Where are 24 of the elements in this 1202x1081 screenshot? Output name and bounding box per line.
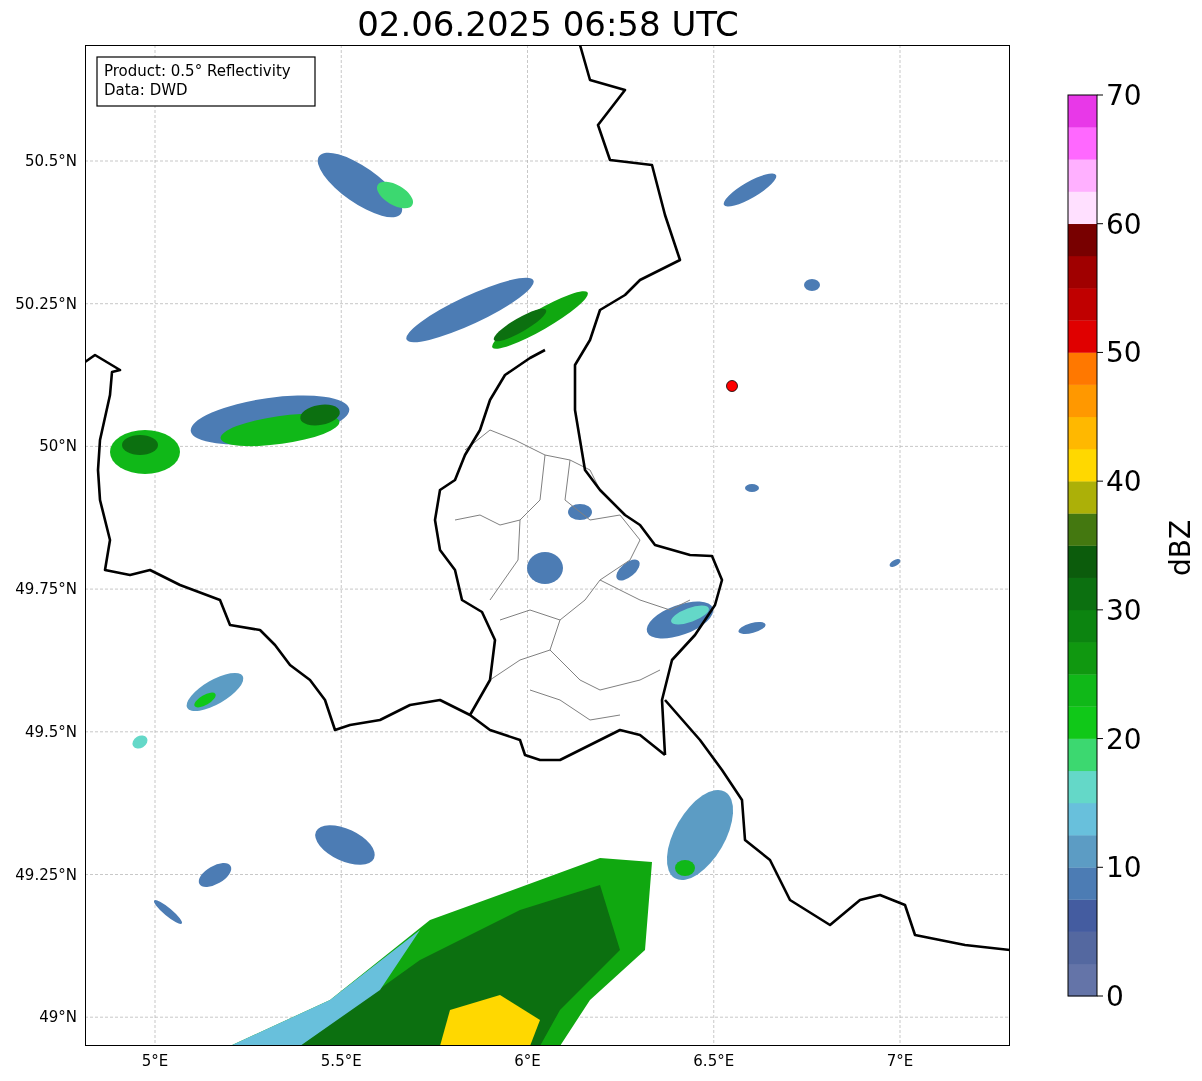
colorbar-tick-label: 60 [1106, 207, 1142, 241]
colorbar-label: dBZ [1164, 519, 1197, 577]
colorbar-tick-label: 30 [1106, 593, 1142, 627]
colorbar-tick-label: 50 [1106, 336, 1142, 370]
axis-tick-label: 49°N [39, 1008, 77, 1027]
axis-tick-label: 6°E [514, 1052, 541, 1070]
axis-tick-label: 5.5°E [320, 1052, 362, 1070]
colorbar-tick-label: 10 [1106, 851, 1142, 885]
legend-text: Data: DWD [104, 81, 188, 99]
legend-text: Product: 0.5° Reflectivity [104, 62, 291, 80]
axis-tick-label: 49.5°N [24, 722, 77, 741]
axis-tick-label: 50.25°N [15, 294, 77, 313]
colorbar-tick-label: 20 [1106, 722, 1142, 756]
axis-tick-label: 49.25°N [15, 865, 77, 884]
axis-tick-label: 5°E [141, 1052, 169, 1070]
axis-tick-label: 7°E [886, 1052, 914, 1070]
colorbar-tick-label: 0 [1106, 980, 1124, 1013]
chart-title: 02.06.2025 06:58 UTC [357, 4, 739, 44]
axis-tick-label: 50°N [39, 437, 77, 456]
axis-tick-label: 50.5°N [24, 152, 77, 170]
colorbar-tick-label: 70 [1106, 79, 1142, 112]
axis-tick-label: 6.5°E [693, 1052, 735, 1070]
axis-tick-label: 49.75°N [15, 580, 77, 599]
colorbar-tick-label: 40 [1106, 465, 1142, 499]
